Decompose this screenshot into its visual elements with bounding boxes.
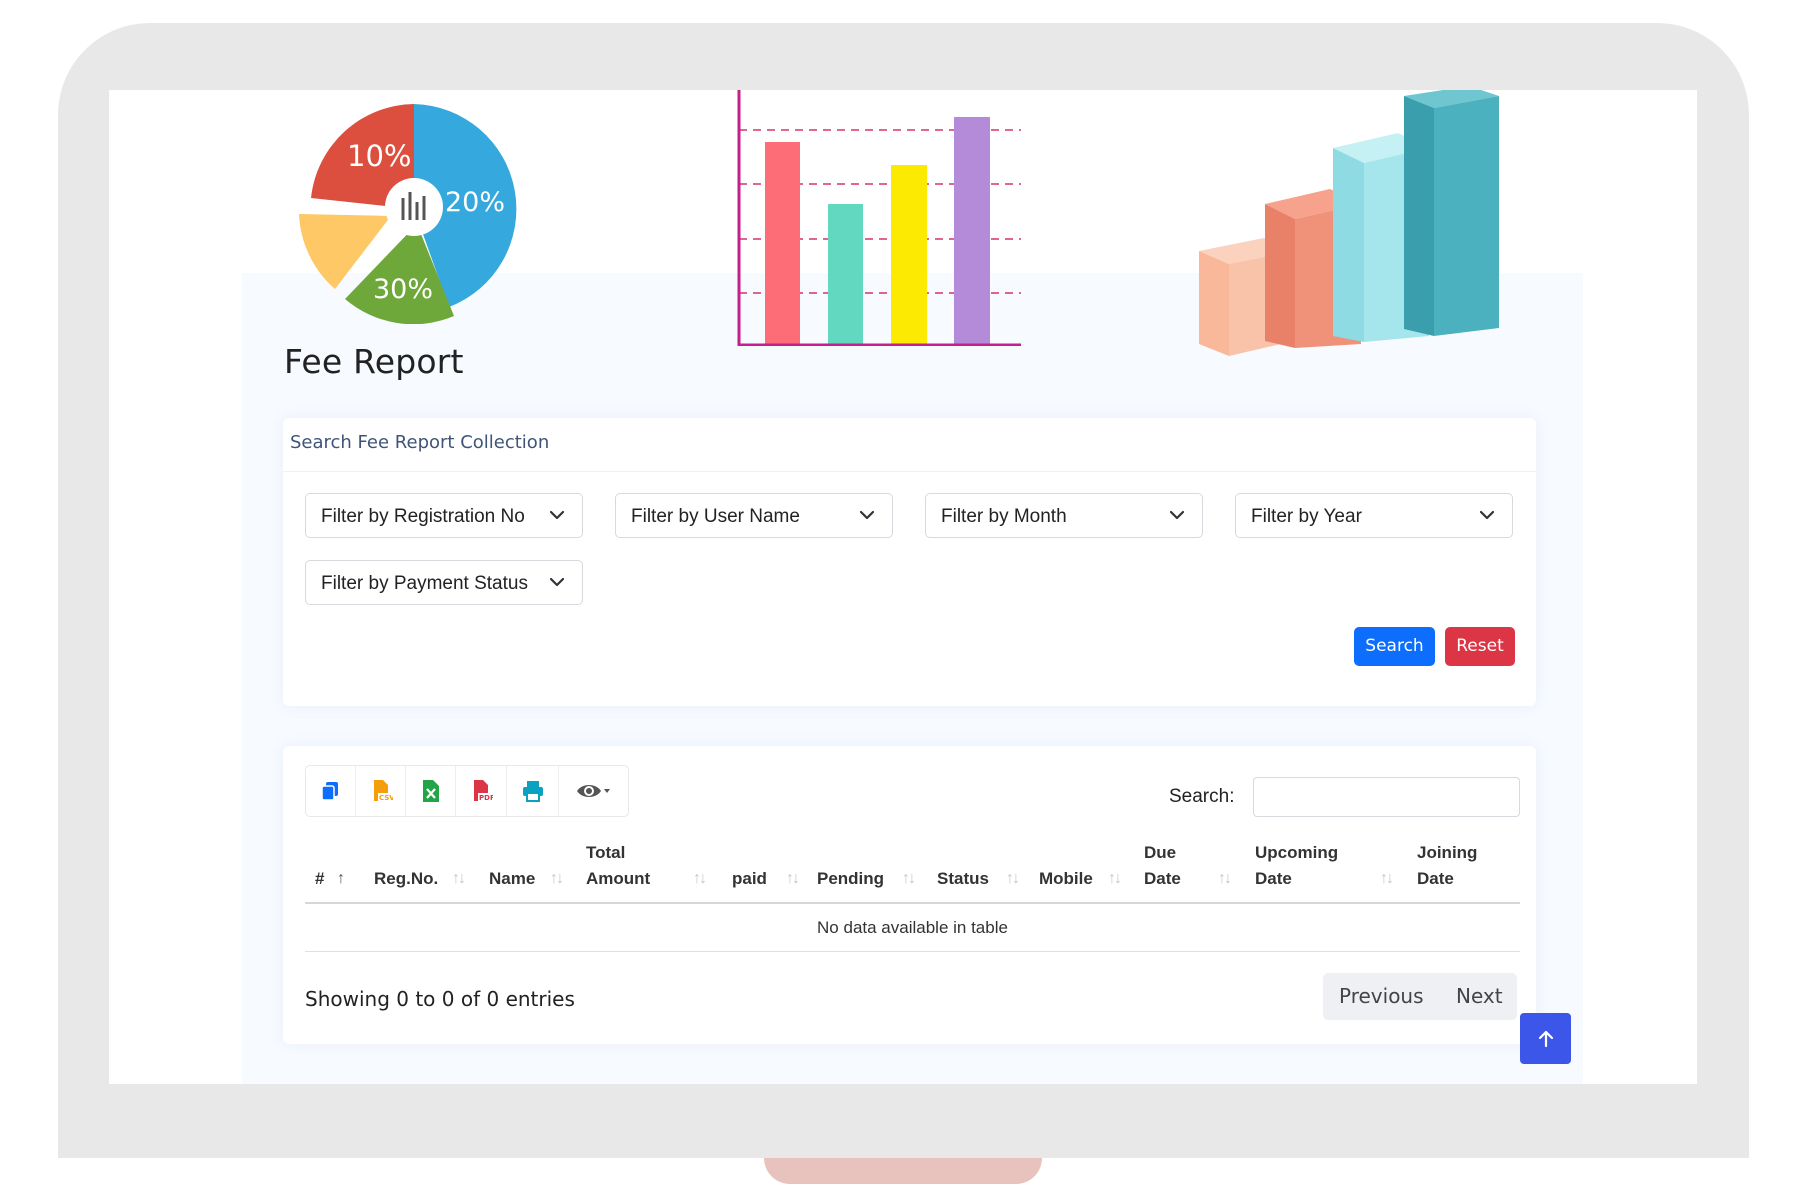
filter-month-select[interactable]: Filter by Month: [925, 493, 1203, 538]
column-header-label: Mobile: [1039, 869, 1093, 888]
filter-card-header: Search Fee Report Collection: [283, 418, 1536, 472]
filter-card: Search Fee Report Collection Filter by R…: [283, 418, 1536, 706]
filter-payment-status-select[interactable]: Filter by Payment Status: [305, 560, 583, 605]
excel-button[interactable]: [406, 766, 457, 816]
monitor-stand: [764, 1158, 1042, 1184]
table-card: CSV PDF Search: # ↑ Reg.No. ↑↓ Name ↑↓ T…: [283, 746, 1536, 1044]
pagination: Previous Next: [1323, 973, 1517, 1020]
column-header-label: Name: [489, 869, 536, 888]
bar-chart-illustration: [737, 90, 1021, 346]
column-header-label: Date: [1144, 869, 1181, 888]
table-search-label: Search:: [1169, 786, 1235, 807]
column-header-paid[interactable]: paid: [732, 866, 767, 892]
eye-icon: [576, 785, 610, 797]
filter-username-select[interactable]: Filter by User Name: [615, 493, 893, 538]
sort-icon: ↑↓: [1108, 870, 1122, 887]
column-header-label: Joining: [1417, 843, 1478, 862]
svg-text:PDF: PDF: [479, 794, 493, 802]
filter-registration-label: Filter by Registration No: [321, 506, 525, 527]
print-button[interactable]: [507, 766, 560, 816]
filter-username-label: Filter by User Name: [631, 506, 800, 527]
column-header-mobile[interactable]: Mobile: [1039, 866, 1093, 892]
column-header-due-date[interactable]: Due Date: [1144, 840, 1181, 892]
sort-asc-icon: ↑: [337, 870, 345, 887]
column-header-label: Date: [1255, 869, 1292, 888]
sort-icon: ↑↓: [550, 870, 564, 887]
table-search-input[interactable]: [1253, 777, 1520, 817]
next-button[interactable]: Next: [1456, 984, 1503, 1008]
sort-icon: ↑↓: [1006, 870, 1020, 887]
previous-button[interactable]: Previous: [1339, 984, 1424, 1008]
column-header-status[interactable]: Status: [937, 866, 989, 892]
column-header-label: Upcoming: [1255, 843, 1339, 862]
3d-bars-illustration: [1199, 90, 1499, 356]
scroll-to-top-button[interactable]: [1520, 1013, 1571, 1064]
column-header-pending[interactable]: Pending: [817, 866, 884, 892]
export-toolbar: CSV PDF: [305, 765, 629, 817]
column-header-label: #: [315, 869, 325, 888]
filter-year-select[interactable]: Filter by Year: [1235, 493, 1513, 538]
sort-icon: ↑↓: [902, 870, 916, 887]
search-button[interactable]: Search: [1354, 627, 1435, 666]
column-header-name[interactable]: Name: [489, 866, 535, 892]
chevron-down-icon: [549, 510, 565, 520]
pie-label-30: 30%: [373, 274, 433, 305]
chevron-down-icon: [549, 577, 565, 587]
sort-icon: ↑↓: [452, 870, 466, 887]
column-header-joining-date[interactable]: Joining Date: [1417, 840, 1477, 892]
csv-icon: CSV: [373, 780, 393, 802]
reset-button[interactable]: Reset: [1445, 627, 1515, 666]
column-header-label: Date: [1417, 869, 1454, 888]
sort-icon: ↑↓: [1218, 870, 1232, 887]
arrow-up-icon: [1538, 1030, 1553, 1047]
column-header-label: Due: [1144, 843, 1177, 862]
pie-label-20: 20%: [445, 187, 505, 218]
print-icon: [522, 781, 543, 802]
column-header-label: Total: [586, 843, 626, 862]
copy-icon: [321, 782, 339, 801]
table-info: Showing 0 to 0 of 0 entries: [305, 987, 575, 1011]
column-header-label: Status: [937, 869, 989, 888]
copy-button[interactable]: [306, 766, 356, 816]
filter-card-title: Search Fee Report Collection: [290, 432, 550, 453]
column-header-upcoming-date[interactable]: Upcoming Date: [1255, 840, 1338, 892]
filter-month-label: Filter by Month: [941, 506, 1067, 527]
column-header-index[interactable]: #: [315, 866, 324, 892]
sort-icon: ↑↓: [1380, 870, 1394, 887]
sort-icon: ↑↓: [786, 870, 800, 887]
excel-icon: [422, 780, 439, 802]
chevron-down-icon: [859, 510, 875, 520]
page-title: Fee Report: [284, 342, 464, 381]
filter-payment-status-label: Filter by Payment Status: [321, 573, 528, 594]
chevron-down-icon: [1479, 510, 1495, 520]
screen: 10% 20% 30% Fee Report Search Fee Report…: [109, 90, 1697, 1084]
pie-chart-illustration: 10% 20% 30%: [299, 104, 517, 324]
filter-year-label: Filter by Year: [1251, 506, 1362, 527]
column-header-label: Amount: [586, 869, 651, 888]
filter-registration-select[interactable]: Filter by Registration No: [305, 493, 583, 538]
table-empty-row: No data available in table: [305, 904, 1520, 952]
sort-icon: ↑↓: [693, 870, 707, 887]
pie-label-10: 10%: [347, 139, 411, 173]
column-header-label: Pending: [817, 869, 885, 888]
column-header-total-amount[interactable]: Total Amount: [586, 840, 650, 892]
chevron-down-icon: [1169, 510, 1185, 520]
table-header: # ↑ Reg.No. ↑↓ Name ↑↓ Total Amount ↑↓ pa…: [305, 834, 1520, 904]
pdf-icon: PDF: [473, 780, 493, 802]
column-header-label: Reg.No.: [374, 869, 439, 888]
svg-text:CSV: CSV: [379, 794, 393, 802]
pdf-button[interactable]: PDF: [456, 766, 507, 816]
column-header-label: paid: [732, 869, 767, 888]
column-visibility-button[interactable]: [559, 766, 628, 816]
csv-button[interactable]: CSV: [356, 766, 407, 816]
column-header-regno[interactable]: Reg.No.: [374, 866, 438, 892]
